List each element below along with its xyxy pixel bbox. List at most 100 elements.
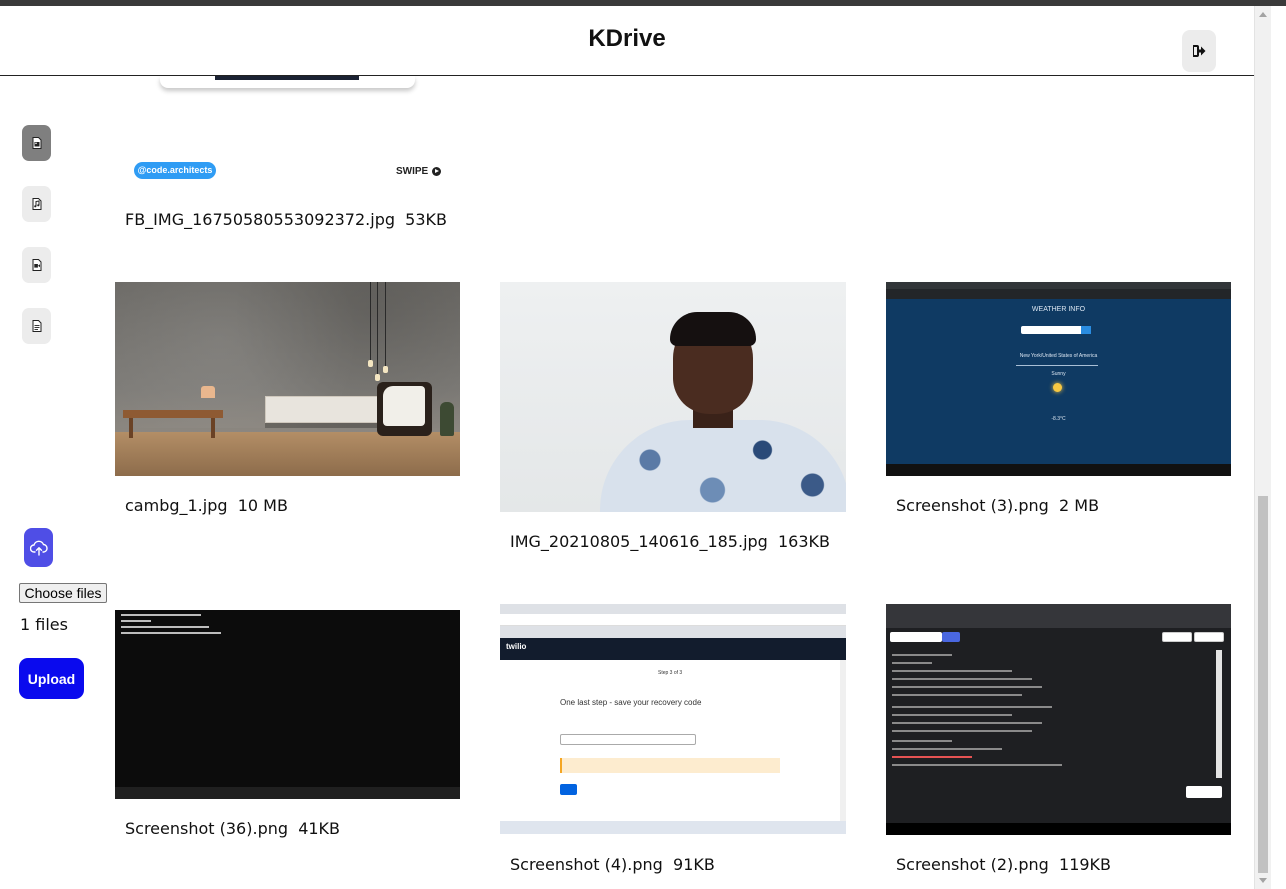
partial-card-image-bottom bbox=[215, 76, 359, 80]
file-size: 53KB bbox=[405, 210, 447, 229]
sidebar-item-images[interactable] bbox=[22, 125, 51, 161]
weather-condition: Sunny bbox=[1051, 371, 1066, 377]
taskbar bbox=[886, 464, 1231, 476]
image-icon bbox=[32, 137, 41, 149]
table-lamp bbox=[201, 386, 215, 398]
console-line bbox=[892, 740, 952, 742]
file-name: Screenshot (4).png bbox=[510, 855, 663, 874]
file-thumbnail[interactable] bbox=[500, 282, 846, 512]
file-caption: Screenshot (2).png 119KB bbox=[896, 855, 1111, 874]
console-line bbox=[892, 694, 1022, 696]
terminal-line bbox=[121, 614, 201, 616]
console-line bbox=[892, 748, 1002, 750]
console-line bbox=[892, 686, 1042, 688]
scroll-up-arrow-icon[interactable] bbox=[1259, 12, 1267, 17]
app-header: KDrive bbox=[0, 6, 1254, 76]
window-titlebar bbox=[115, 604, 460, 610]
recovery-code-field bbox=[560, 734, 696, 745]
pendant-bulb bbox=[383, 366, 388, 373]
file-name: FB_IMG_16750580553092372.jpg bbox=[125, 210, 395, 229]
file-caption: FB_IMG_16750580553092372.jpg 53KB bbox=[125, 210, 447, 229]
page-scrollbar[interactable] bbox=[1254, 6, 1271, 889]
file-thumbnail[interactable]: WEATHER INFO New York/United States of A… bbox=[886, 282, 1231, 476]
music-file-icon bbox=[32, 198, 41, 210]
pendant-bulb bbox=[375, 374, 380, 381]
sidebar-item-video[interactable] bbox=[22, 247, 51, 283]
partial-file-card[interactable] bbox=[160, 76, 415, 88]
window-edge bbox=[1271, 6, 1286, 889]
scroll-down-arrow-icon[interactable] bbox=[1259, 878, 1267, 883]
file-thumbnail[interactable] bbox=[115, 282, 460, 476]
file-caption: IMG_20210805_140616_185.jpg 163KB bbox=[510, 532, 830, 551]
sidebar-item-documents[interactable] bbox=[22, 308, 51, 344]
pendant-cord bbox=[385, 282, 386, 366]
scroll-to-bottom-button bbox=[1186, 786, 1222, 798]
site-brand: twilio bbox=[506, 642, 527, 651]
file-thumbnail[interactable]: twilio Step 3 of 3 One last step - save … bbox=[500, 604, 846, 834]
file-size: 91KB bbox=[673, 855, 715, 874]
search-button bbox=[942, 632, 960, 642]
file-size: 10 MB bbox=[237, 496, 288, 515]
image-swipe-label: SWIPE bbox=[396, 166, 442, 177]
file-size: 163KB bbox=[778, 532, 831, 551]
floor bbox=[115, 432, 460, 476]
file-thumbnail[interactable] bbox=[115, 604, 460, 799]
console-scrollbar bbox=[1216, 650, 1222, 778]
swipe-text: SWIPE bbox=[396, 166, 429, 177]
console-line bbox=[892, 730, 1032, 732]
scrollbar-thumb[interactable] bbox=[1258, 496, 1268, 873]
image-tag-pill: @code.architects bbox=[134, 162, 216, 179]
file-size: 41KB bbox=[298, 819, 341, 838]
toolbar-button bbox=[1162, 632, 1192, 642]
cloud-upload-button[interactable] bbox=[24, 528, 53, 567]
terminal-line bbox=[121, 632, 221, 634]
console-line bbox=[892, 764, 1062, 766]
search-box bbox=[890, 632, 942, 642]
upload-button[interactable]: Upload bbox=[19, 658, 84, 699]
app-title: KDrive bbox=[588, 25, 666, 52]
video-file-icon bbox=[32, 259, 41, 271]
sidebar-item-audio[interactable] bbox=[22, 186, 51, 222]
weather-temperature: -8.3°C bbox=[1051, 416, 1066, 422]
table-leg bbox=[129, 418, 133, 438]
plant bbox=[440, 402, 454, 436]
console-line bbox=[892, 654, 952, 656]
file-thumbnail[interactable] bbox=[886, 604, 1231, 835]
file-name: Screenshot (2).png bbox=[896, 855, 1049, 874]
hair bbox=[670, 312, 756, 346]
sun-icon bbox=[1053, 383, 1062, 392]
file-name: IMG_20210805_140616_185.jpg bbox=[510, 532, 768, 551]
file-name: cambg_1.jpg bbox=[125, 496, 228, 515]
page-heading: One last step - save your recovery code bbox=[560, 698, 702, 707]
finish-button bbox=[560, 784, 577, 795]
file-caption: cambg_1.jpg 10 MB bbox=[125, 496, 288, 515]
weather-heading: WEATHER INFO bbox=[1031, 306, 1086, 313]
toolbar-button bbox=[1194, 632, 1224, 642]
terminal-line bbox=[121, 626, 209, 628]
pendant-cord bbox=[377, 282, 378, 374]
cloud-upload-icon bbox=[29, 540, 48, 556]
taskbar bbox=[886, 823, 1231, 835]
page-scrollbar bbox=[840, 660, 846, 821]
browser-chrome bbox=[886, 604, 1231, 628]
selected-files-count: 1 files bbox=[20, 615, 68, 634]
pendant-cord bbox=[370, 282, 371, 360]
pendant-bulb bbox=[368, 360, 373, 367]
file-caption: Screenshot (36).png 41KB bbox=[125, 819, 340, 838]
weather-location: New York/United States of America bbox=[1019, 353, 1098, 359]
step-indicator: Step 3 of 3 bbox=[658, 670, 683, 676]
site-header bbox=[500, 638, 846, 660]
logout-button[interactable] bbox=[1182, 30, 1216, 72]
console-line bbox=[892, 706, 1052, 708]
warning-note bbox=[560, 758, 780, 773]
console-line bbox=[892, 714, 1012, 716]
document-icon bbox=[32, 320, 41, 332]
armchair-cushion bbox=[383, 386, 425, 426]
file-caption: Screenshot (4).png 91KB bbox=[510, 855, 715, 874]
choose-files-button[interactable]: Choose files bbox=[19, 583, 107, 603]
play-circle-icon bbox=[432, 167, 442, 176]
side-table bbox=[123, 410, 223, 418]
file-size: 119KB bbox=[1059, 855, 1112, 874]
address-bar bbox=[500, 614, 846, 626]
divider bbox=[1016, 365, 1098, 366]
